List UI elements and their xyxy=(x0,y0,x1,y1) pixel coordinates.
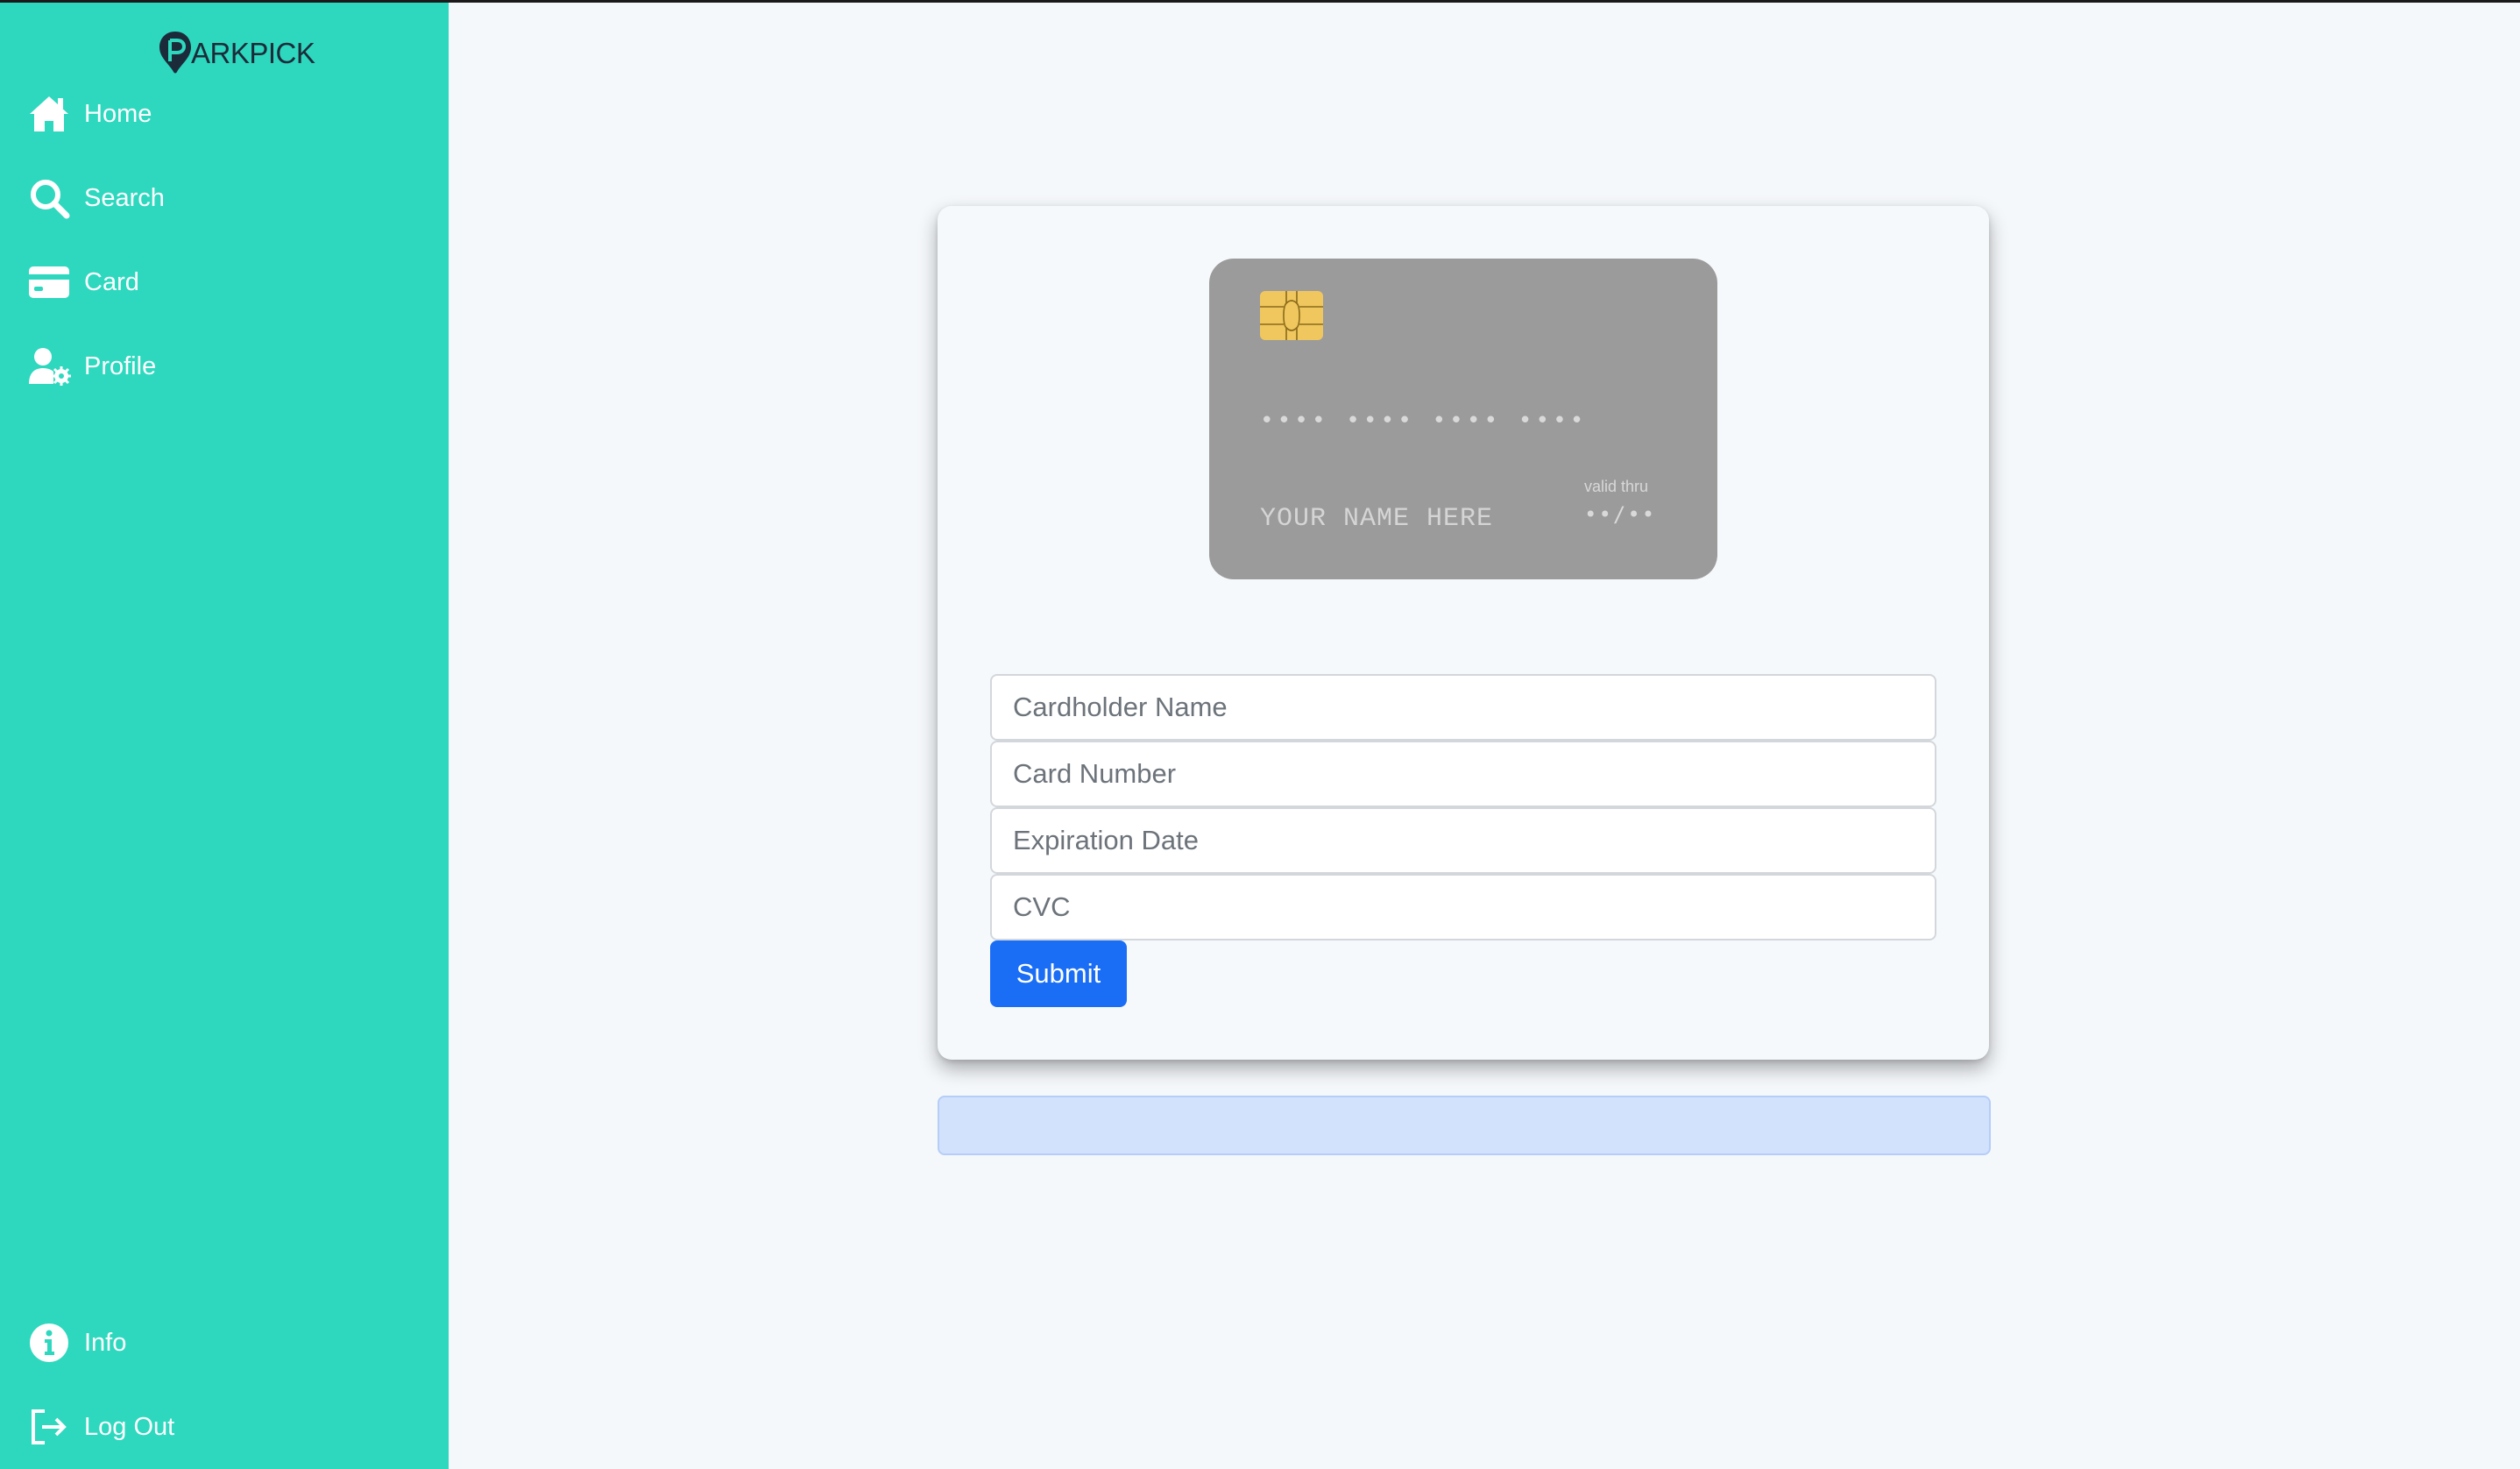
submit-button[interactable]: Submit xyxy=(990,940,1127,1007)
sidebar: ARKPICK Home Search Card Profile Info Lo… xyxy=(0,0,449,1469)
search-icon xyxy=(26,175,72,221)
user-settings-icon xyxy=(26,344,72,389)
sidebar-item-label: Home xyxy=(84,99,152,128)
window-top-border xyxy=(0,0,2520,3)
home-icon xyxy=(26,91,72,137)
credit-card-icon xyxy=(26,259,72,305)
parkpick-logo[interactable]: ARKPICK xyxy=(158,26,315,74)
card-expiry-preview: ••/•• xyxy=(1584,502,1657,527)
cvc-input[interactable] xyxy=(990,874,1936,940)
card-form: Submit xyxy=(990,674,1936,1007)
card-form-panel: •••• •••• •••• •••• YOUR NAME HERE valid… xyxy=(938,206,1989,1060)
card-number-input[interactable] xyxy=(990,741,1936,807)
logout-icon xyxy=(26,1404,72,1450)
logo-text: ARKPICK xyxy=(191,37,315,69)
map-pin-icon xyxy=(159,32,191,74)
sidebar-item-label: Card xyxy=(84,267,139,296)
sidebar-item-card[interactable]: Card xyxy=(26,256,139,309)
valid-thru-label: valid thru xyxy=(1584,478,1649,495)
card-number-preview: •••• •••• •••• •••• xyxy=(1260,408,1588,434)
info-icon xyxy=(26,1320,72,1366)
sidebar-item-label: Log Out xyxy=(84,1412,175,1441)
sidebar-item-label: Search xyxy=(84,183,165,212)
sidebar-item-label: Info xyxy=(84,1328,127,1357)
card-name-preview: YOUR NAME HERE xyxy=(1260,504,1494,534)
credit-card-preview: •••• •••• •••• •••• YOUR NAME HERE valid… xyxy=(1209,259,1717,579)
card-chip-icon xyxy=(1260,291,1323,340)
sidebar-item-home[interactable]: Home xyxy=(26,88,152,140)
sidebar-item-search[interactable]: Search xyxy=(26,172,165,224)
expiration-date-input[interactable] xyxy=(990,807,1936,874)
sidebar-item-info[interactable]: Info xyxy=(26,1316,126,1369)
sidebar-item-profile[interactable]: Profile xyxy=(26,340,156,393)
sidebar-item-label: Profile xyxy=(84,351,157,380)
sidebar-item-logout[interactable]: Log Out xyxy=(26,1401,174,1453)
status-alert xyxy=(938,1096,1991,1155)
cardholder-name-input[interactable] xyxy=(990,674,1936,741)
